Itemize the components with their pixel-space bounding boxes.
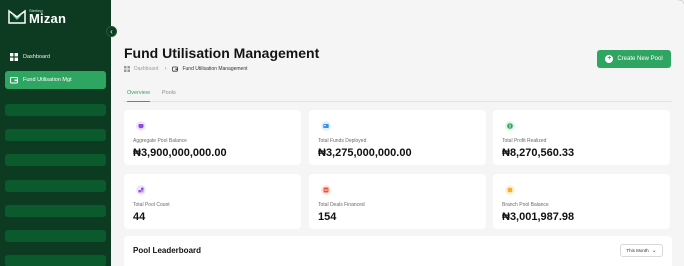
period-select[interactable]: This Month ⌄: [620, 244, 663, 257]
stat-label: Branch Pool Balance: [502, 202, 549, 208]
sidebar-placeholder-item: [5, 230, 106, 242]
breadcrumb: Dashboard › Fund Utilisation Management: [124, 66, 248, 72]
stat-value: 154: [318, 211, 337, 223]
deploy-icon: [321, 121, 331, 131]
tab-overview[interactable]: Overview: [127, 90, 150, 102]
grid-icon: [10, 53, 18, 61]
chevron-down-icon: ⌄: [651, 248, 657, 254]
breadcrumb-current: Fund Utilisation Management: [182, 66, 248, 72]
sidebar-item-dashboard[interactable]: Dashboard: [5, 48, 106, 66]
mizan-logo-icon: [8, 9, 26, 24]
deals-icon: [321, 185, 331, 195]
sidebar-placeholder-item: [5, 205, 106, 217]
create-new-pool-button[interactable]: + Create New Pool: [597, 50, 671, 68]
pool-icon: [136, 121, 146, 131]
grid-icon: [124, 66, 130, 72]
stat-card-aggregate-pool-balance: Aggregate Pool Balance ₦3,900,000,000.00: [124, 110, 301, 165]
sidebar-placeholder-item: [5, 154, 106, 166]
wallet-icon: [10, 77, 18, 84]
stat-card-total-funds-deployed: Total Funds Deployed ₦3,275,000,000.00: [309, 110, 486, 165]
chevron-left-icon: ‹: [110, 27, 113, 36]
sidebar-placeholder-item: [5, 129, 106, 141]
tab-bar: Overview Pools: [124, 88, 672, 102]
count-icon: [136, 185, 146, 195]
stat-value: ₦3,275,000,000.00: [318, 147, 412, 159]
stat-card-branch-pool-balance: Branch Pool Balance ₦3,001,987.98: [493, 174, 670, 229]
sidebar-placeholder-item: [5, 255, 106, 266]
create-new-pool-label: Create New Pool: [617, 56, 663, 62]
stat-card-total-deals-financed: Total Deals Financed 154: [309, 174, 486, 229]
main-content: Fund Utilisation Management Dashboard › …: [111, 0, 684, 266]
stat-label: Total Profit Realized: [502, 138, 547, 144]
pool-leaderboard-panel: Pool Leaderboard This Month ⌄: [124, 236, 672, 266]
app-window: Sterling Mizan Dashboard Fund Utilisatio…: [0, 0, 684, 266]
sidebar-placeholder-item: [5, 104, 106, 116]
plus-icon: +: [605, 55, 614, 63]
page-title: Fund Utilisation Management: [124, 45, 320, 61]
stat-label: Total Funds Deployed: [318, 138, 367, 144]
stat-label: Aggregate Pool Balance: [133, 138, 187, 144]
period-select-value: This Month: [626, 248, 649, 253]
sidebar-item-label: Fund Utilisation Mgt: [23, 77, 72, 83]
chevron-right-icon: ›: [164, 66, 167, 72]
window-corner-icon: [678, 0, 684, 4]
stat-value: ₦8,270,560.33: [502, 147, 575, 159]
stat-value: 44: [133, 211, 146, 223]
sidebar-placeholder-item: [5, 180, 106, 192]
wallet-icon: [172, 66, 179, 72]
stat-card-total-profit-realized: Total Profit Realized ₦8,270,560.33: [493, 110, 670, 165]
stat-card-total-pool-count: Total Pool Count 44: [124, 174, 301, 229]
stat-label: Total Pool Count: [133, 202, 170, 208]
stat-value: ₦3,900,000,000.00: [133, 147, 227, 159]
breadcrumb-dashboard[interactable]: Dashboard: [134, 66, 158, 72]
sidebar: Sterling Mizan Dashboard Fund Utilisatio…: [0, 0, 111, 266]
stat-value: ₦3,001,987.98: [502, 211, 575, 223]
collapse-sidebar-button[interactable]: ‹: [106, 26, 117, 37]
brand-logo: Sterling Mizan: [8, 8, 66, 25]
profit-icon: [505, 121, 515, 131]
leaderboard-title: Pool Leaderboard: [133, 246, 202, 255]
brand-name: Mizan: [29, 11, 67, 26]
branch-icon: [505, 185, 515, 195]
tab-pools[interactable]: Pools: [162, 90, 176, 102]
stat-label: Total Deals Financed: [318, 202, 365, 208]
sidebar-item-fund-utilisation[interactable]: Fund Utilisation Mgt: [5, 71, 106, 89]
sidebar-item-label: Dashboard: [23, 54, 50, 60]
